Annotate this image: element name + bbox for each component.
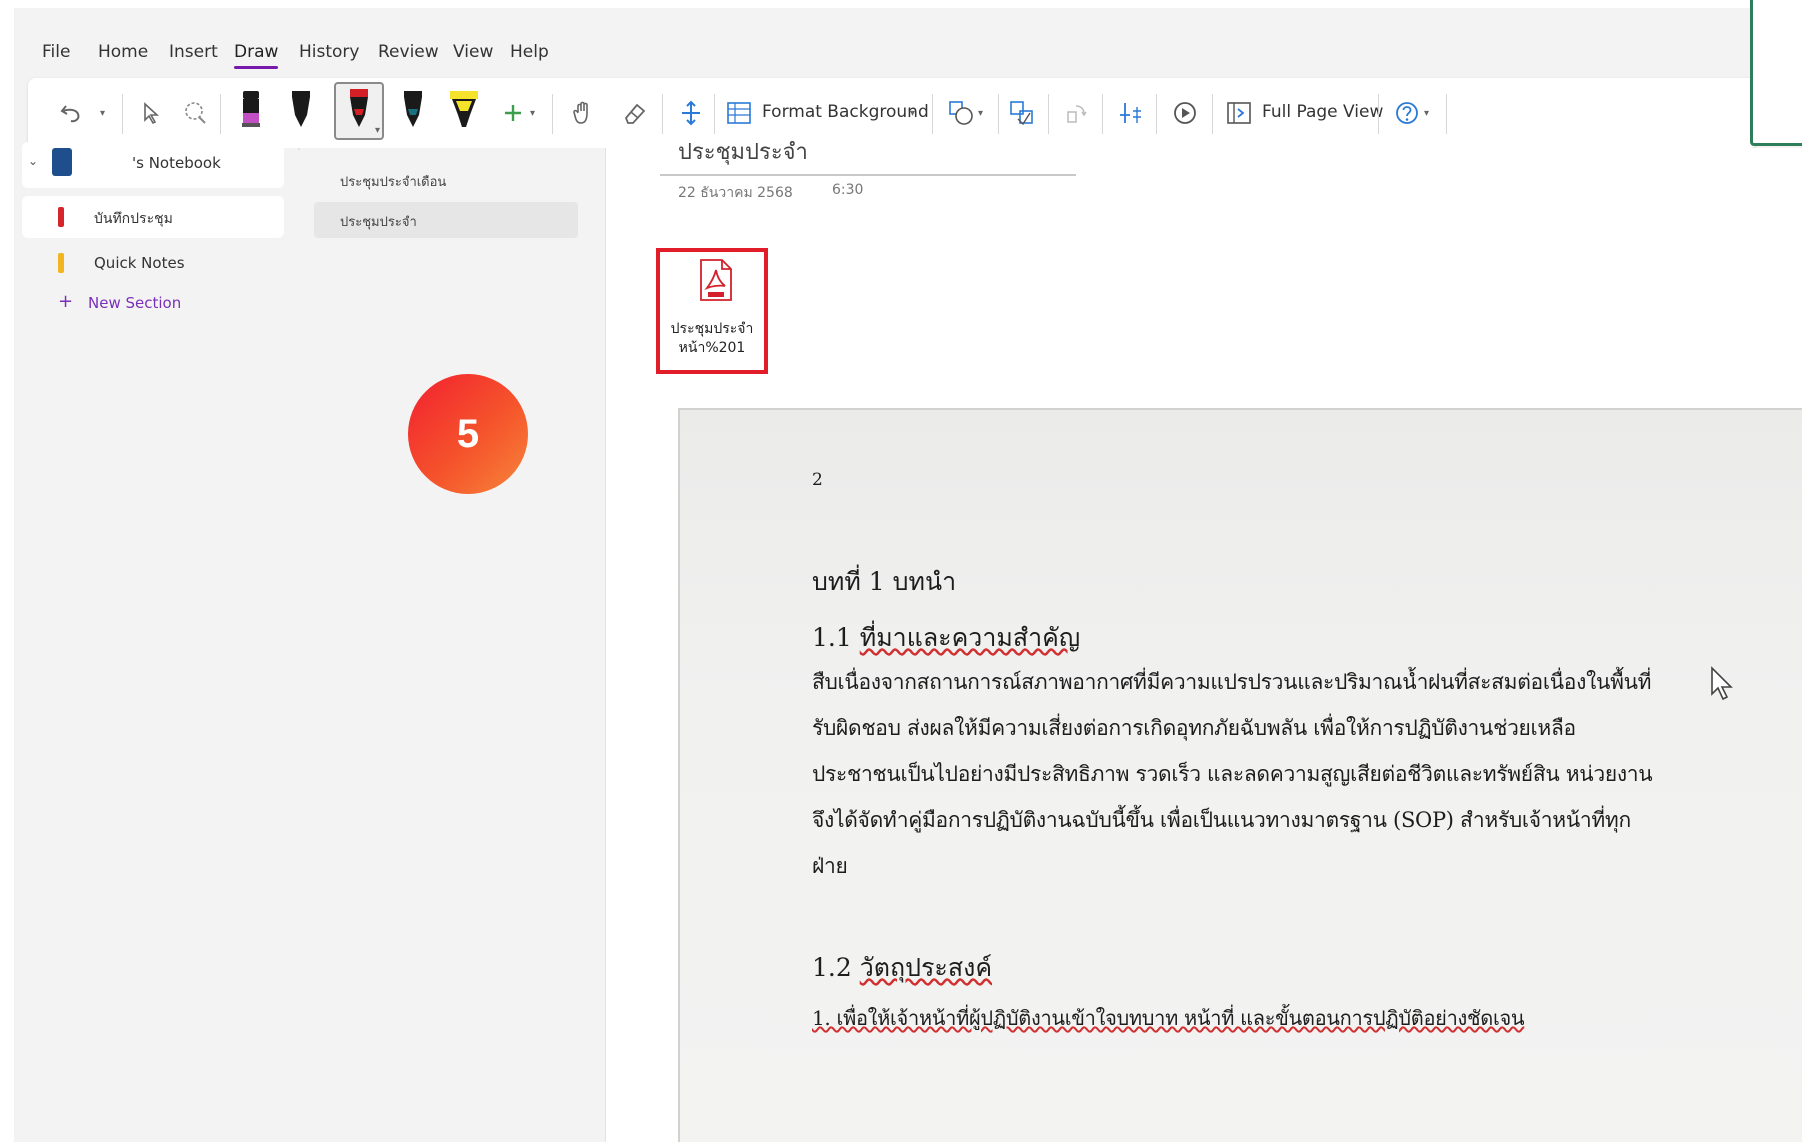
rotate-icon[interactable] [1062, 98, 1092, 128]
tab-help[interactable]: Help [510, 42, 549, 62]
insert-space-icon[interactable] [676, 98, 706, 128]
doc-section-title: ที่มาและความสำคัญ [859, 623, 1081, 652]
page-item[interactable]: ประชุมประจำเดือน [314, 162, 578, 198]
undo-dropdown-icon[interactable]: ▾ [100, 108, 105, 119]
ribbon-divider [932, 94, 933, 134]
tab-file[interactable]: File [42, 42, 70, 62]
tab-review[interactable]: Review [378, 42, 439, 62]
menu-bar: File Home Insert Draw History Review Vie… [14, 36, 1802, 70]
doc-paragraph-line: สืบเนื่องจากสถานการณ์สภาพอากาศที่มีความแ… [812, 670, 1652, 694]
page-label: ประชุมประจำเดือน [340, 175, 447, 190]
doc-section-1-heading: 1.1 ที่มาและความสำคัญ [812, 618, 1080, 658]
section-color-tab [58, 253, 64, 273]
page-date: 22 ธันวาคม 2568 [678, 185, 793, 201]
doc-paragraph-line: รับผิดชอบ ส่งผลให้มีความเสี่ยงต่อการเกิด… [812, 716, 1576, 740]
mouse-cursor-icon [1710, 666, 1736, 706]
shapes-dropdown-icon[interactable]: ▾ [978, 108, 983, 119]
page-list-pane: ประชุมประจำเดือน ประชุมประจำ [300, 148, 606, 1142]
lasso-icon[interactable] [180, 98, 210, 128]
doc-paragraph-line: ประชาชนเป็นไปอย่างมีประสิทธิภาพ รวดเร็ว … [812, 762, 1653, 786]
pdf-icon [698, 258, 734, 306]
format-background-dropdown-icon[interactable]: ▾ [910, 108, 915, 119]
doc-paragraph-line: ฝ่าย [812, 854, 848, 878]
onenote-window: File Home Insert Draw History Review Vie… [14, 8, 1802, 1142]
section-navigation-pane: ⌄ 's Notebook บันทึกประชุม Quick Notes +… [14, 142, 298, 1142]
math-ink-icon[interactable] [1116, 98, 1146, 128]
help-dropdown-icon[interactable]: ▾ [1424, 108, 1429, 119]
doc-section-number: 1.1 [812, 623, 852, 652]
help-icon[interactable] [1392, 98, 1422, 128]
notebook-selector[interactable]: ⌄ 's Notebook [22, 142, 284, 188]
tab-draw[interactable]: Draw [234, 42, 279, 69]
eraser-icon[interactable] [620, 98, 650, 128]
ink-to-shape-icon[interactable] [1006, 98, 1038, 128]
notebook-icon [52, 148, 72, 176]
full-page-view-button[interactable]: Full Page View [1262, 102, 1383, 122]
add-pen-icon[interactable] [498, 98, 528, 128]
add-icon: + [58, 291, 74, 312]
format-background-icon[interactable] [724, 98, 754, 128]
page-time: 6:30 [832, 182, 864, 198]
select-arrow-icon[interactable] [136, 98, 166, 128]
doc-page-number: 2 [812, 470, 823, 490]
ribbon-divider [1156, 94, 1157, 134]
undo-icon[interactable] [56, 98, 86, 128]
page-canvas[interactable]: ประชุมประจำ 22 ธันวาคม 2568 6:30 ประชุมป… [606, 140, 1802, 1142]
page-title[interactable]: ประชุมประจำ [678, 134, 808, 169]
attachment-name-line1: ประชุมประจำ [670, 321, 754, 337]
tab-home[interactable]: Home [98, 42, 148, 62]
ribbon-divider [1212, 94, 1213, 134]
ribbon-divider [714, 94, 715, 134]
doc-section-2-heading: 1.2 วัตถุประสงค์ [812, 948, 992, 988]
section-item-meeting[interactable]: บันทึกประชุม [22, 196, 284, 238]
pdf-attachment[interactable]: ประชุมประจำ หน้า%201 [656, 248, 768, 374]
new-section-label: New Section [88, 294, 182, 312]
page-item-selected[interactable]: ประชุมประจำ [314, 202, 578, 238]
full-page-view-icon[interactable] [1224, 98, 1254, 128]
tab-history[interactable]: History [299, 42, 359, 62]
notebook-name: 's Notebook [132, 154, 221, 172]
attachment-name-line2: หน้า%201 [678, 340, 746, 356]
highlighter-icon[interactable] [446, 86, 482, 136]
new-section-button[interactable]: + New Section [22, 282, 284, 324]
section-label: บันทึกประชุม [94, 211, 173, 227]
draw-ribbon: ▾ ▾ ▾ Format Background ▾ ▾ Full Page Vi… [28, 78, 1758, 148]
shapes-icon[interactable] [946, 98, 976, 128]
section-label: Quick Notes [94, 254, 185, 272]
doc-chapter-heading: บทที่ 1 บทนำ [812, 567, 957, 596]
red-pen-icon[interactable]: ▾ [334, 82, 384, 140]
section-color-tab [58, 207, 64, 227]
hand-icon[interactable] [568, 98, 598, 128]
black-pen-icon[interactable] [286, 86, 316, 136]
doc-section-title: วัตถุประสงค์ [859, 953, 993, 982]
chevron-down-icon[interactable]: ⌄ [28, 154, 38, 168]
ribbon-divider [1446, 94, 1447, 134]
page-label: ประชุมประจำ [340, 215, 417, 230]
ribbon-divider [1102, 94, 1103, 134]
ribbon-divider [662, 94, 663, 134]
ribbon-divider [1048, 94, 1049, 134]
ribbon-divider [1378, 94, 1379, 134]
app-screen: File Home Insert Draw History Review Vie… [0, 0, 1802, 1142]
adjacent-window-edge [1750, 0, 1802, 146]
attachment-name: ประชุมประจำ หน้า%201 [660, 320, 764, 358]
ribbon-divider [552, 94, 553, 134]
ribbon-divider [122, 94, 123, 134]
teal-pen-icon[interactable] [398, 86, 428, 136]
doc-paragraph-line: จึงได้จัดทำคู่มือการปฏิบัติงานฉบับนี้ขึ้… [812, 808, 1631, 832]
ribbon-divider [220, 94, 221, 134]
add-pen-dropdown-icon[interactable]: ▾ [530, 108, 535, 119]
section-item-quick-notes[interactable]: Quick Notes [22, 242, 284, 284]
format-background-button[interactable]: Format Background [762, 102, 929, 122]
tab-view[interactable]: View [453, 42, 493, 62]
pdf-printout: 2 บทที่ 1 บทนำ 1.1 ที่มาและความสำคัญ สืบ… [678, 408, 1802, 1142]
doc-objective-item: 1. เพื่อให้เจ้าหน้าที่ผู้ปฏิบัติงานเข้าใ… [812, 1006, 1525, 1030]
ink-replay-icon[interactable] [1170, 98, 1200, 128]
title-underline [660, 174, 1076, 176]
ribbon-divider [998, 94, 999, 134]
doc-section-number: 1.2 [812, 953, 852, 982]
tab-insert[interactable]: Insert [169, 42, 218, 62]
pink-pen-icon[interactable] [236, 86, 266, 136]
step-number-badge: 5 [408, 374, 528, 494]
